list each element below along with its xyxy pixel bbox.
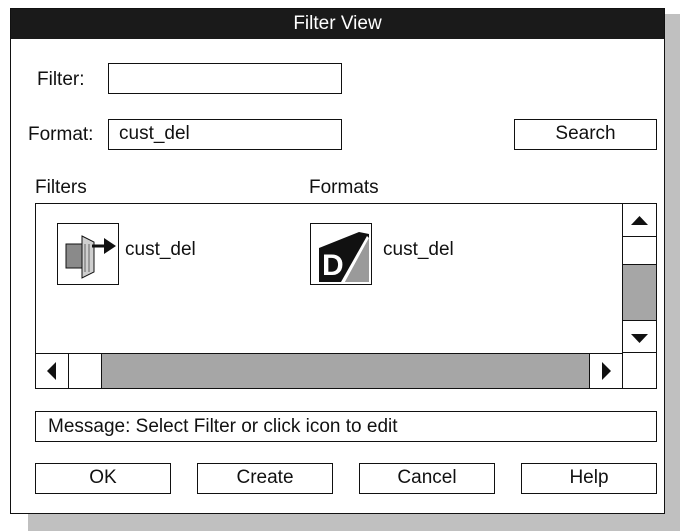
status-message: Message: Select Filter or click icon to …: [35, 411, 657, 442]
format-input[interactable]: cust_del: [108, 119, 342, 150]
window-title: Filter View: [293, 13, 382, 34]
help-button[interactable]: Help: [521, 463, 657, 494]
scroll-up-button[interactable]: [623, 204, 656, 237]
create-button[interactable]: Create: [197, 463, 333, 494]
search-button[interactable]: Search: [514, 119, 657, 150]
vertical-scrollbar[interactable]: [622, 204, 656, 388]
format-item-label[interactable]: cust_del: [383, 239, 454, 261]
filter-view-dialog: Filter View Filter: Format: cust_del Sea…: [10, 8, 665, 514]
cancel-button[interactable]: Cancel: [359, 463, 495, 494]
filter-format-list[interactable]: cust_del D cust_del: [35, 203, 657, 389]
filter-arrow-icon: [65, 235, 116, 279]
scroll-down-button[interactable]: [623, 321, 656, 353]
formats-column-header: Formats: [309, 177, 379, 198]
format-label: Format:: [28, 124, 94, 145]
format-d-icon: D: [314, 227, 369, 282]
ok-button[interactable]: OK: [35, 463, 171, 494]
arrow-down-icon: [631, 334, 648, 343]
arrow-left-icon: [47, 362, 56, 380]
filter-item-icon[interactable]: [57, 223, 119, 285]
horizontal-scroll-track[interactable]: [102, 354, 589, 388]
horizontal-scrollbar[interactable]: [36, 353, 622, 388]
arrow-right-icon: [602, 362, 611, 380]
vertical-scroll-thumb[interactable]: [623, 237, 656, 264]
scroll-left-button[interactable]: [36, 354, 69, 388]
format-item-icon[interactable]: D: [310, 223, 372, 285]
filter-label: Filter:: [37, 69, 85, 90]
vertical-scroll-track[interactable]: [623, 264, 656, 321]
filters-column-header: Filters: [35, 177, 87, 198]
horizontal-scroll-thumb[interactable]: [69, 354, 102, 388]
arrow-up-icon: [631, 216, 648, 225]
format-d-glyph: D: [322, 249, 344, 282]
title-bar[interactable]: Filter View: [11, 9, 664, 39]
filter-input[interactable]: [108, 63, 342, 94]
filter-item-label[interactable]: cust_del: [125, 239, 196, 261]
scrollbar-corner: [623, 353, 656, 388]
scroll-right-button[interactable]: [589, 354, 622, 388]
